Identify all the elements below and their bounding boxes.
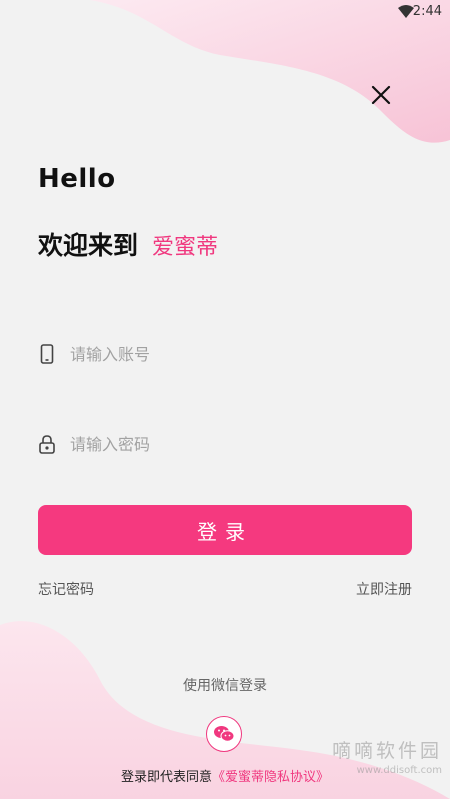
register-link[interactable]: 立即注册 xyxy=(356,579,412,599)
forgot-password-link[interactable]: 忘记密码 xyxy=(38,579,94,599)
close-icon xyxy=(371,85,391,105)
wechat-login-button[interactable] xyxy=(206,716,242,752)
welcome-text: 欢迎来到 xyxy=(38,231,139,260)
wechat-icon xyxy=(214,726,235,742)
wifi-icon xyxy=(398,5,414,18)
status-time: 2:44 xyxy=(412,4,442,19)
welcome-row: 欢迎来到 爱蜜蒂 xyxy=(38,226,218,262)
brand-name: 爱蜜蒂 xyxy=(152,235,219,260)
status-bar: 2:44 xyxy=(0,0,450,24)
lock-icon xyxy=(38,433,56,455)
agreement-prefix: 登录即代表同意 xyxy=(120,770,212,785)
password-field xyxy=(38,424,412,464)
wechat-login-label: 使用微信登录 xyxy=(183,678,267,694)
login-button[interactable]: 登录 xyxy=(38,505,412,555)
watermark: 嘀嘀软件园 www.ddisoft.com xyxy=(332,736,442,776)
account-input[interactable] xyxy=(68,343,372,365)
phone-icon xyxy=(38,343,56,365)
watermark-text: 嘀嘀软件园 xyxy=(331,740,442,762)
password-input[interactable] xyxy=(68,433,372,455)
account-field xyxy=(38,334,412,374)
close-button[interactable] xyxy=(366,80,396,110)
watermark-url: www.ddisoft.com xyxy=(356,765,442,776)
greeting-title: Hello xyxy=(38,164,116,194)
privacy-agreement-link[interactable]: 《爱蜜蒂隐私协议》 xyxy=(212,770,329,785)
